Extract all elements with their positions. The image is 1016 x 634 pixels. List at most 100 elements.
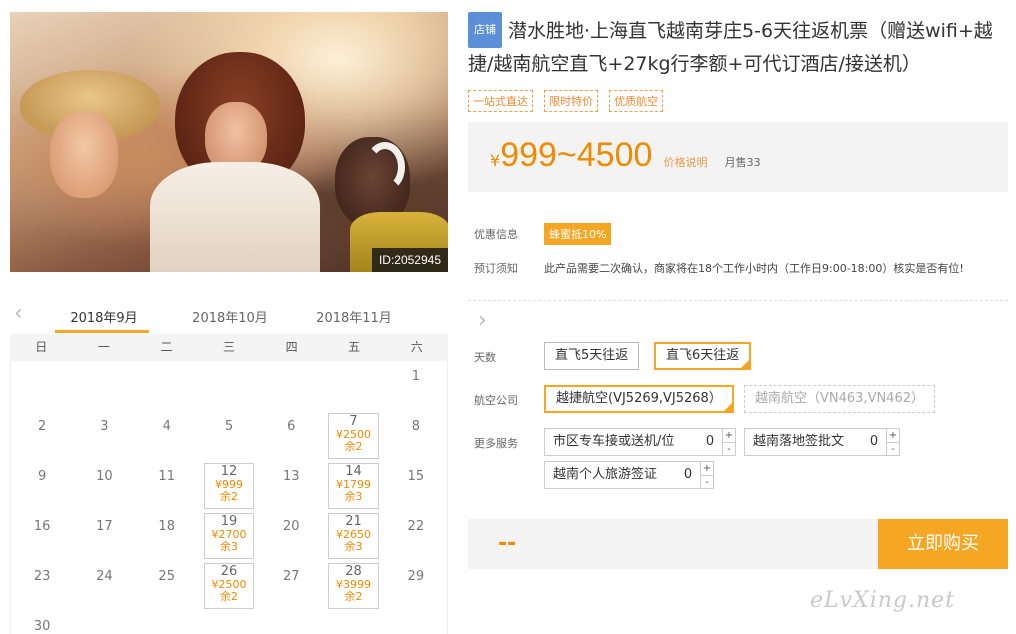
month-tab[interactable]: 2018年9月 bbox=[54, 307, 154, 326]
service-transfer: 市区专车接或送机/位 0 + - bbox=[544, 428, 736, 456]
product-details: 店铺 潜水胜地·上海直飞越南芽庄5-6天往返机票（赠送wifi+越捷/越南航空直飞… bbox=[468, 12, 1008, 301]
service-tourist-visa: 越南个人旅游签证 0 + - bbox=[544, 461, 714, 489]
calendar-day: 25 bbox=[136, 561, 198, 611]
day-remaining: 余2 bbox=[219, 590, 238, 603]
calendar-day-available[interactable]: 21 ¥2650 余3 bbox=[322, 511, 384, 561]
day-number bbox=[73, 361, 135, 369]
day-number: 28 bbox=[345, 564, 362, 579]
calendar-day bbox=[136, 611, 198, 634]
calendar-day bbox=[322, 611, 384, 634]
increment-button[interactable]: + bbox=[701, 462, 713, 475]
weekday-label: 三 bbox=[223, 340, 236, 354]
product-page: ID:2052945 ‹ 2018年9月 2018年10月 2018年11月 ›… bbox=[0, 0, 1016, 634]
day-number: 6 bbox=[287, 419, 296, 434]
section-divider bbox=[468, 300, 1008, 301]
calendar-day: 9 bbox=[11, 461, 73, 511]
day-number: 26 bbox=[220, 564, 238, 579]
watermark-logo: eLvXing.net bbox=[810, 588, 956, 613]
calendar-week-row: 1 bbox=[11, 361, 447, 411]
calendar-day: 2 bbox=[11, 411, 73, 461]
days-option-6[interactable]: 直飞6天往返 bbox=[654, 342, 752, 370]
day-remaining: 余3 bbox=[344, 490, 363, 503]
service-quantity[interactable]: 0 bbox=[681, 462, 695, 488]
weekday-label: 四 bbox=[285, 340, 298, 354]
decrement-button[interactable]: - bbox=[887, 442, 899, 455]
day-number bbox=[198, 611, 260, 619]
calendar-day-available[interactable]: 12 ¥999 余2 bbox=[198, 461, 260, 511]
price-currency: ¥ bbox=[490, 151, 501, 170]
day-number: 17 bbox=[96, 519, 113, 534]
day-number: 10 bbox=[96, 469, 113, 484]
calendar-day-available[interactable]: 26 ¥2500 余2 bbox=[198, 561, 260, 611]
day-number: 8 bbox=[411, 419, 420, 434]
monthly-sales: 月售33 bbox=[724, 156, 761, 169]
day-number: 7 bbox=[349, 414, 358, 429]
buy-now-button[interactable]: 立即购买 bbox=[878, 519, 1008, 569]
product-title-block: 店铺 潜水胜地·上海直飞越南芽庄5-6天往返机票（赠送wifi+越捷/越南航空直飞… bbox=[468, 12, 1008, 80]
service-quantity[interactable]: 0 bbox=[867, 429, 881, 455]
calendar-day: 5 bbox=[198, 411, 260, 461]
calendar-week-row: 2 3 4 5 6 7 ¥2500 余2 8 bbox=[11, 411, 447, 461]
increment-button[interactable]: + bbox=[723, 429, 735, 442]
product-photo[interactable]: ID:2052945 bbox=[10, 12, 448, 272]
day-number bbox=[385, 611, 447, 619]
calendar-day: 3 bbox=[73, 411, 135, 461]
day-number bbox=[198, 361, 260, 369]
shop-badge[interactable]: 店铺 bbox=[468, 12, 502, 48]
prev-month-icon[interactable]: ‹ bbox=[14, 303, 23, 325]
decrement-button[interactable]: - bbox=[701, 475, 713, 488]
calendar-day: 24 bbox=[73, 561, 135, 611]
day-number: 24 bbox=[96, 569, 113, 584]
decrement-button[interactable]: - bbox=[723, 442, 735, 455]
price-range: 999~4500 bbox=[500, 136, 653, 174]
discount-badge: 蜂蜜抵10% bbox=[544, 223, 612, 245]
price-explain-link[interactable]: 价格说明 bbox=[664, 156, 708, 169]
increment-button[interactable]: + bbox=[887, 429, 899, 442]
day-number: 2 bbox=[38, 419, 47, 434]
service-quantity[interactable]: 0 bbox=[703, 429, 717, 455]
day-number: 21 bbox=[345, 514, 362, 529]
weekday-label: 六 bbox=[410, 340, 423, 354]
calendar-week-row: 9 10 11 12 ¥999 余2 13 14 ¥1799 余3 15 bbox=[11, 461, 447, 511]
day-remaining: 余3 bbox=[344, 540, 363, 553]
airline-option-vietjet[interactable]: 越捷航空(VJ5269,VJ5268） bbox=[544, 385, 734, 413]
calendar-day: 13 bbox=[260, 461, 322, 511]
notice-row: 预订须知 此产品需要二次确认，商家将在18个工作小时内（工作日9:00-18:0… bbox=[468, 260, 1008, 300]
product-tag: 优质航空 bbox=[609, 90, 664, 112]
day-number bbox=[260, 611, 322, 619]
day-number bbox=[322, 361, 384, 369]
weekday-label: 五 bbox=[348, 340, 361, 354]
total-price: -- bbox=[498, 531, 517, 556]
calendar-day-available[interactable]: 28 ¥3999 余2 bbox=[322, 561, 384, 611]
price-bar: ¥999~4500 价格说明 月售33 bbox=[468, 122, 1008, 192]
quantity-stepper: + - bbox=[886, 428, 900, 456]
day-number: 19 bbox=[220, 514, 238, 529]
day-remaining: 余2 bbox=[344, 440, 363, 453]
calendar-day: 30 bbox=[11, 611, 73, 634]
day-number: 27 bbox=[282, 569, 300, 584]
calendar-day bbox=[11, 361, 73, 411]
airline-label: 航空公司 bbox=[474, 394, 518, 407]
calendar-day-available[interactable]: 7 ¥2500 余2 bbox=[322, 411, 384, 461]
weekday-header: 日 一 二 三 四 五 六 bbox=[10, 334, 448, 361]
days-option-5[interactable]: 直飞5天往返 bbox=[544, 342, 640, 370]
day-number bbox=[322, 611, 384, 619]
day-number: 20 bbox=[282, 519, 300, 534]
calendar-day: 29 bbox=[385, 561, 447, 611]
weekday-label: 一 bbox=[97, 340, 110, 354]
day-number: 25 bbox=[158, 569, 175, 584]
day-number: 15 bbox=[407, 469, 425, 484]
month-tab[interactable]: 2018年11月 bbox=[304, 307, 404, 326]
calendar-day: 6 bbox=[260, 411, 322, 461]
calendar-day: 18 bbox=[136, 511, 198, 561]
calendar-day-available[interactable]: 19 ¥2700 余3 bbox=[198, 511, 260, 561]
airline-option-vietnam-airlines[interactable]: 越南航空（VN463,VN462） bbox=[744, 385, 935, 413]
calendar-day: 16 bbox=[11, 511, 73, 561]
service-name: 越南个人旅游签证 bbox=[553, 467, 658, 482]
next-month-icon[interactable]: › bbox=[478, 310, 1016, 332]
discount-label: 优惠信息 bbox=[474, 228, 518, 241]
purchase-bar: -- 立即购买 bbox=[468, 519, 1008, 569]
calendar-week-row: 23 24 25 26 ¥2500 余2 27 28 ¥3999 余2 29 bbox=[11, 561, 447, 611]
month-tab[interactable]: 2018年10月 bbox=[180, 307, 280, 326]
calendar-day-available[interactable]: 14 ¥1799 余3 bbox=[322, 461, 384, 511]
